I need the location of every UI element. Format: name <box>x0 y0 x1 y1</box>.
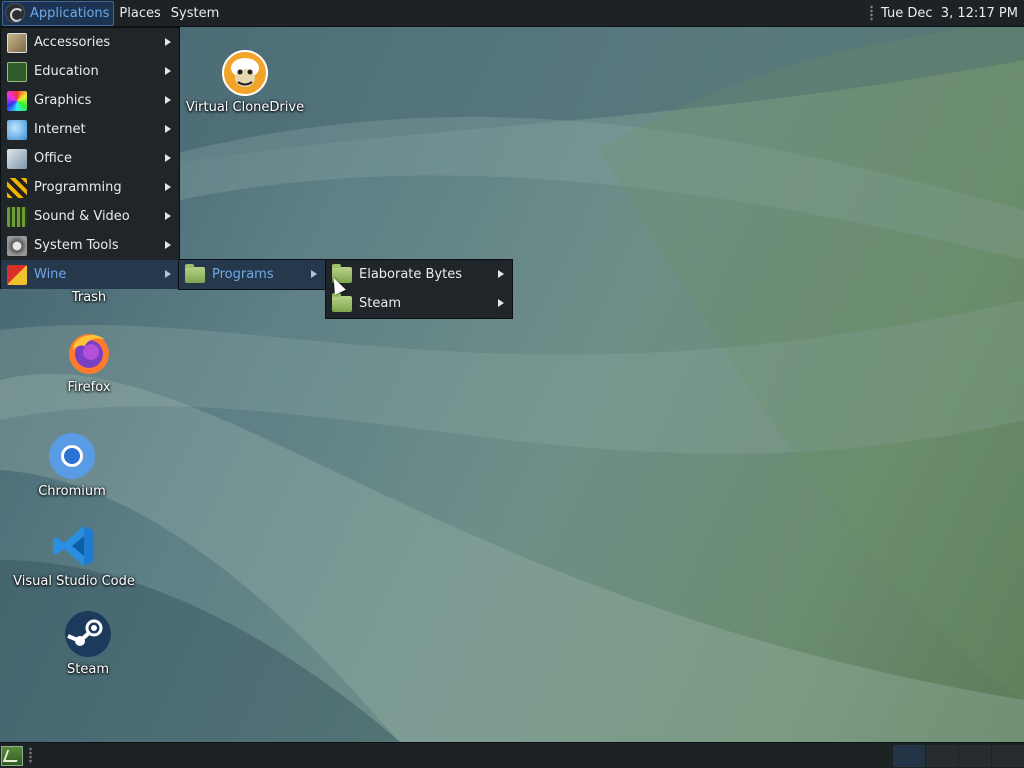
menu-item-system-tools[interactable]: System Tools <box>1 231 179 260</box>
submenu-arrow-icon <box>498 299 504 307</box>
wine-submenu: Programs <box>178 259 326 290</box>
submenu-arrow-icon <box>311 270 317 278</box>
sound-video-icon <box>7 206 27 227</box>
desktop-icon-label: Virtual CloneDrive <box>185 100 305 115</box>
graphics-icon <box>7 90 27 111</box>
programming-icon <box>7 177 27 198</box>
desktop-icon-virtual-clonedrive[interactable]: Virtual CloneDrive <box>185 48 305 115</box>
submenu-arrow-icon <box>165 125 171 133</box>
menu-item-wine[interactable]: Wine <box>1 260 179 289</box>
workspace-2[interactable] <box>926 745 958 767</box>
menu-item-label: System Tools <box>34 238 119 253</box>
show-desktop-button[interactable] <box>1 745 23 766</box>
menu-item-label: Graphics <box>34 93 92 108</box>
workspace-1[interactable] <box>893 745 925 767</box>
submenu-arrow-icon <box>165 270 171 278</box>
submenu-arrow-icon <box>165 67 171 75</box>
programs-submenu: Elaborate Bytes Steam <box>325 259 513 319</box>
desktop-icon-label: Firefox <box>67 380 111 395</box>
menu-item-programs[interactable]: Programs <box>179 260 325 289</box>
chromium-icon <box>48 432 96 480</box>
distro-logo-icon <box>5 3 25 23</box>
workspace-3[interactable] <box>959 745 991 767</box>
office-icon <box>7 148 27 169</box>
places-menu-button[interactable]: Places <box>114 1 165 26</box>
workspace-4[interactable] <box>992 745 1024 767</box>
system-tools-icon <box>7 235 27 256</box>
menu-item-office[interactable]: Office <box>1 144 179 173</box>
menu-item-label: Elaborate Bytes <box>359 267 463 282</box>
menu-item-label: Accessories <box>34 35 111 50</box>
accessories-icon <box>7 32 27 53</box>
submenu-arrow-icon <box>165 183 171 191</box>
menu-item-label: Internet <box>34 122 86 137</box>
menu-item-education[interactable]: Education <box>1 57 179 86</box>
panel-handle-icon[interactable] <box>29 747 32 764</box>
applications-menu-button[interactable]: Applications <box>2 0 115 26</box>
desktop-icon-label: Trash <box>71 290 107 305</box>
clock-area: Tue Dec 3, 12:17 PM <box>870 4 1024 22</box>
vscode-icon <box>50 522 98 570</box>
desktop-icon-firefox[interactable]: Firefox <box>29 328 149 395</box>
submenu-arrow-icon <box>165 96 171 104</box>
applications-menu: Accessories Education Graphics Internet … <box>0 27 180 289</box>
submenu-arrow-icon <box>165 154 171 162</box>
menu-item-label: Programs <box>212 267 274 282</box>
bottom-panel <box>0 742 1024 768</box>
menu-item-sound-video[interactable]: Sound & Video <box>1 202 179 231</box>
menu-item-label: Education <box>34 64 99 79</box>
menu-item-label: Programming <box>34 180 122 195</box>
menu-item-label: Sound & Video <box>34 209 130 224</box>
menu-item-programming[interactable]: Programming <box>1 173 179 202</box>
submenu-arrow-icon <box>165 38 171 46</box>
desktop-icon-vscode[interactable]: Visual Studio Code <box>13 522 135 589</box>
top-panel: Applications Places System Tue Dec 3, 12… <box>0 0 1024 27</box>
folder-icon <box>185 263 205 283</box>
menu-item-elaborate-bytes[interactable]: Elaborate Bytes <box>326 260 512 289</box>
menu-item-label: Steam <box>359 296 401 311</box>
desktop-icon-label: Visual Studio Code <box>13 574 135 589</box>
folder-icon <box>332 292 352 312</box>
submenu-arrow-icon <box>498 270 504 278</box>
menu-item-label: Wine <box>34 267 67 282</box>
submenu-arrow-icon <box>165 212 171 220</box>
menu-item-steam[interactable]: Steam <box>326 289 512 318</box>
menu-item-accessories[interactable]: Accessories <box>1 28 179 57</box>
desktop-icon-chromium[interactable]: Chromium <box>12 432 132 499</box>
internet-icon <box>7 119 27 140</box>
virtual-clonedrive-icon <box>221 48 269 96</box>
menu-item-internet[interactable]: Internet <box>1 115 179 144</box>
wine-icon <box>7 264 27 285</box>
applications-menu-label: Applications <box>30 5 110 21</box>
desktop-icon-steam[interactable]: Steam <box>28 610 148 677</box>
menu-item-graphics[interactable]: Graphics <box>1 86 179 115</box>
system-menu-button[interactable]: System <box>166 1 224 26</box>
panel-handle-icon[interactable] <box>870 4 874 22</box>
submenu-arrow-icon <box>165 241 171 249</box>
desktop-icon-label: Steam <box>67 662 109 677</box>
firefox-icon <box>65 328 113 376</box>
clock[interactable]: Tue Dec 3, 12:17 PM <box>881 6 1018 21</box>
education-icon <box>7 61 27 82</box>
steam-icon <box>64 610 112 658</box>
desktop-icon-label: Chromium <box>38 484 106 499</box>
menu-item-label: Office <box>34 151 72 166</box>
